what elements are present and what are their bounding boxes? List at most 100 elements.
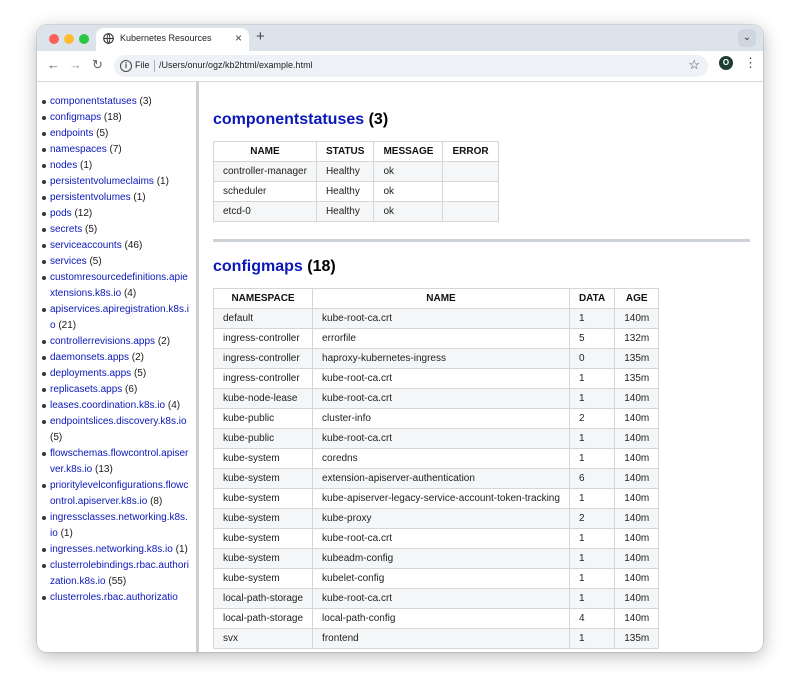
column-header: STATUS (315, 141, 375, 162)
table-cell: kube-root-ca.crt (312, 588, 570, 609)
table-cell: 140m (614, 388, 660, 409)
sidebar-item-count: (3) (139, 96, 152, 107)
browser-menu-icon[interactable]: ⋮ (744, 56, 757, 70)
table-cell: 2 (568, 408, 616, 429)
reload-button[interactable]: ↻ (92, 58, 103, 72)
sidebar-link[interactable]: persistentvolumeclaims (50, 176, 154, 187)
sidebar-link[interactable]: ingresses.networking.k8s.io (50, 544, 173, 555)
sidebar-link[interactable]: daemonsets.apps (50, 352, 129, 363)
table-row: kube-system kube-apiserver-legacy-service… (212, 488, 660, 509)
sidebar-link[interactable]: controllerrevisions.apps (50, 336, 155, 347)
sidebar-item-count: (12) (74, 208, 93, 219)
sidebar-link[interactable]: endpoints (50, 128, 93, 139)
table-cell: ok (373, 161, 444, 182)
section-title-componentstatuses: componentstatuses (3) (213, 111, 388, 129)
sidebar-item: deployments.apps (5) (42, 366, 190, 382)
table-row: default kube-root-ca.crt 1 140m (212, 308, 660, 329)
tab-search-menu-button[interactable]: ⌄ (738, 29, 756, 47)
configmaps-heading-link[interactable]: configmaps (213, 258, 303, 275)
close-window-button[interactable] (49, 34, 59, 44)
sidebar-link[interactable]: deployments.apps (50, 368, 131, 379)
sidebar-link[interactable]: persistentvolumes (50, 192, 131, 203)
table-cell: kube-root-ca.crt (312, 528, 570, 549)
sidebar-link[interactable]: flowschemas.flowcontrol.apiserver.k8s.io (50, 448, 188, 475)
table-cell: kube-root-ca.crt (312, 308, 570, 329)
table-cell: default (212, 308, 314, 329)
sidebar-link[interactable]: secrets (50, 224, 82, 235)
bookmark-star-icon[interactable]: ☆ (688, 57, 700, 73)
sidebar-item-count: (5) (96, 128, 109, 139)
table-cell: 140m (614, 508, 660, 529)
table-cell: kube-system (212, 468, 314, 489)
sidebar-item-count: (6) (125, 384, 138, 395)
table-cell: local-path-config (312, 608, 570, 629)
sidebar-item-count: (2) (157, 336, 171, 347)
table-row: local-path-storage local-path-config 4 140m (212, 608, 660, 629)
table-cell: 1 (568, 368, 616, 389)
table-cell: scheduler (213, 181, 317, 202)
sidebar-item-count: (46) (124, 240, 143, 251)
sidebar-link[interactable]: configmaps (50, 112, 101, 123)
info-icon[interactable]: i (120, 60, 132, 72)
componentstatuses-table: NAME STATUS MESSAGE ERROR controller-manage… (213, 141, 499, 222)
sidebar-link[interactable]: prioritylevelconfigurations.flowcontrol.… (50, 480, 188, 507)
maximize-window-button[interactable] (79, 34, 89, 44)
table-row: kube-system kube-proxy 2 140m (212, 508, 660, 529)
sidebar-item-count: (2) (131, 352, 144, 363)
sidebar-item: flowschemas.flowcontrol.apiserver.k8s.io… (42, 446, 190, 478)
forward-button[interactable]: → (69, 58, 82, 72)
table-cell: 1 (568, 528, 616, 549)
sidebar-item-count: (8) (150, 496, 163, 507)
table-cell: 0 (568, 348, 616, 369)
sidebar-link[interactable]: services (50, 256, 87, 267)
table-cell: 1 (568, 588, 616, 609)
table-cell: 2 (568, 508, 616, 529)
sidebar-link[interactable]: endpointslices.discovery.k8s.io (50, 416, 187, 427)
sidebar-item-count: (5) (85, 224, 98, 235)
column-header: NAMESPACE (212, 288, 314, 309)
minimize-window-button[interactable] (64, 34, 74, 44)
sidebar-link[interactable]: replicasets.apps (50, 384, 122, 395)
sidebar-link[interactable]: leases.coordination.k8s.io (50, 400, 165, 411)
table-cell: errorfile (312, 328, 570, 349)
tab-kubernetes-resources[interactable]: Kubernetes Resources × (96, 28, 249, 51)
sidebar-item-count: (5) (133, 368, 147, 379)
sidebar-link[interactable]: clusterroles.rbac.authorizatio (50, 592, 178, 603)
table-cell: kube-proxy (312, 508, 570, 529)
sidebar-item: replicasets.apps (6) (42, 382, 190, 398)
sidebar-link[interactable]: nodes (50, 160, 77, 171)
table-cell: 1 (568, 428, 616, 449)
sidebar-link[interactable]: componentstatuses (50, 96, 137, 107)
table-cell: 140m (614, 408, 660, 429)
sidebar-item: daemonsets.apps (2) (42, 350, 190, 366)
sidebar-item: secrets (5) (42, 222, 190, 238)
sidebar-item: customresourcedefinitions.apiextensions.… (42, 270, 190, 302)
table-row: controller-manager Healthy ok (213, 161, 499, 182)
back-button[interactable]: ← (47, 58, 60, 72)
table-row: kube-system coredns 1 140m (212, 448, 660, 469)
table-cell: 6 (568, 468, 616, 489)
sidebar-item: controllerrevisions.apps (2) (42, 334, 190, 350)
sidebar-item-count: (18) (103, 112, 122, 123)
tab-close-icon[interactable]: × (235, 31, 242, 45)
sidebar-item: endpoints (5) (42, 126, 190, 142)
table-row: local-path-storage kube-root-ca.crt 1 140m (212, 588, 660, 609)
address-bar[interactable]: i File /Users/onur/ogz/kb2html/example.h… (114, 55, 708, 77)
table-cell: ingress-controller (212, 328, 314, 349)
profile-avatar[interactable]: O (719, 56, 733, 70)
sidebar-link[interactable]: serviceaccounts (50, 240, 122, 251)
table-cell: 132m (614, 328, 660, 349)
table-cell: 1 (568, 628, 616, 649)
new-tab-button[interactable]: + (256, 28, 265, 46)
table-cell: ingress-controller (212, 368, 314, 389)
sidebar-item-count: (5) (89, 256, 102, 267)
table-cell: 135m (614, 348, 660, 369)
sidebar-link[interactable]: pods (50, 208, 72, 219)
url-text[interactable]: /Users/onur/ogz/kb2html/example.html (159, 60, 313, 70)
table-cell: 140m (614, 448, 660, 469)
componentstatuses-heading-link[interactable]: componentstatuses (213, 111, 364, 128)
browser-window: Kubernetes Resources × + ⌄ ← → ↻ i File … (37, 25, 763, 652)
sidebar-link[interactable]: namespaces (50, 144, 107, 155)
sidebar-link[interactable]: customresourcedefinitions.apiextensions.… (50, 272, 188, 299)
table-header-row: NAMESPACE NAME DATA AGE (212, 288, 660, 309)
